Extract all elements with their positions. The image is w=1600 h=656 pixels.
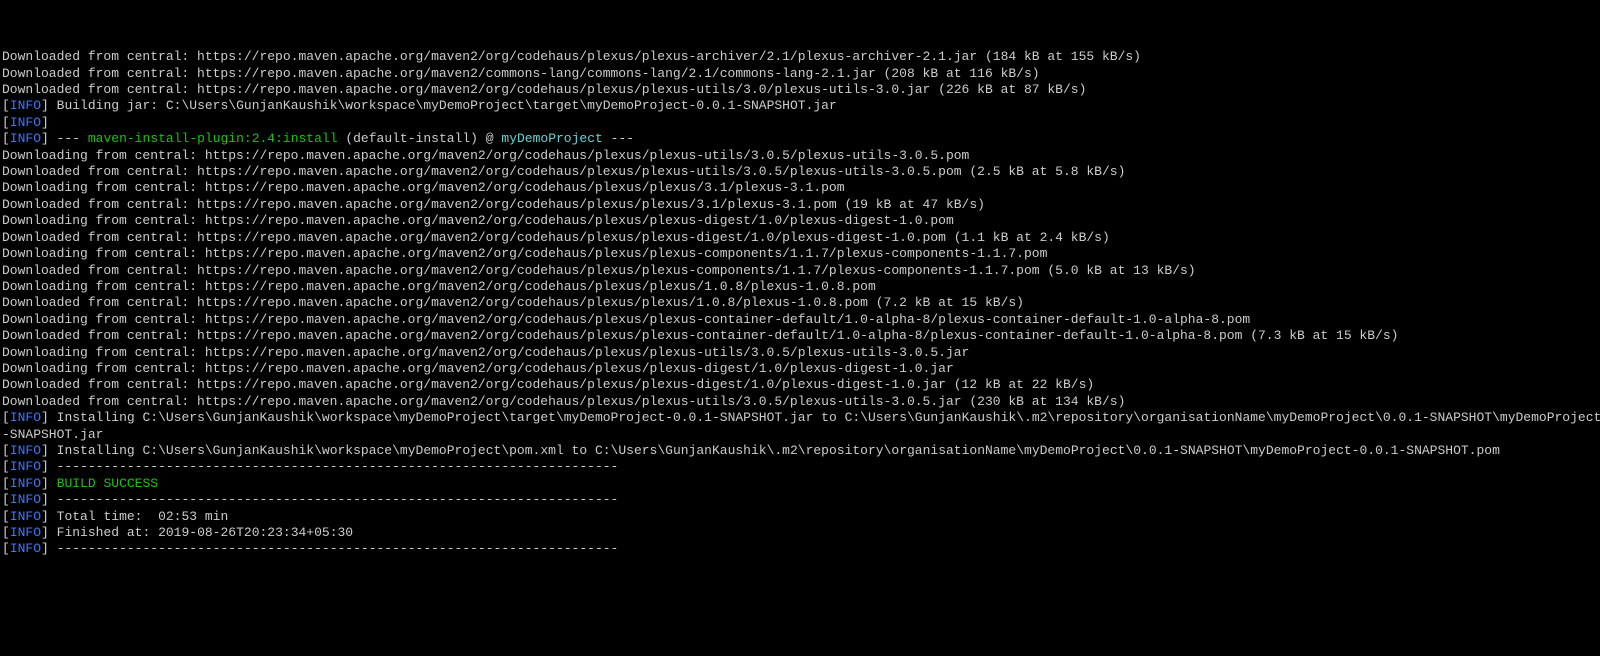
log-line: Downloaded from central: https://repo.ma… [2,230,1110,245]
log-line: Downloaded from central: https://repo.ma… [2,377,1094,392]
log-line: [INFO] ---------------------------------… [2,459,618,474]
log-line: Downloading from central: https://repo.m… [2,148,969,163]
log-line: Downloaded from central: https://repo.ma… [2,263,1196,278]
log-line: -SNAPSHOT.jar [2,427,103,442]
log-line: [INFO] [2,115,49,130]
log-line: Downloading from central: https://repo.m… [2,361,954,376]
log-line: [INFO] Installing C:\Users\GunjanKaushik… [2,443,1500,458]
log-line: Downloading from central: https://repo.m… [2,180,845,195]
log-line: [INFO] BUILD SUCCESS [2,476,158,491]
log-line: Downloaded from central: https://repo.ma… [2,49,1141,64]
log-line: [INFO] --- maven-install-plugin:2.4:inst… [2,131,634,146]
log-line: [INFO] ---------------------------------… [2,541,618,556]
log-line: [INFO] Building jar: C:\Users\GunjanKaus… [2,98,837,113]
log-line: [INFO] Installing C:\Users\GunjanKaushik… [2,410,1600,425]
log-line: [INFO] Total time: 02:53 min [2,509,228,524]
log-line: Downloading from central: https://repo.m… [2,312,1250,327]
log-line: Downloading from central: https://repo.m… [2,213,954,228]
log-line: Downloading from central: https://repo.m… [2,345,969,360]
log-line: Downloaded from central: https://repo.ma… [2,394,1125,409]
terminal-output[interactable]: Downloaded from central: https://repo.ma… [0,33,1600,558]
log-line: Downloaded from central: https://repo.ma… [2,295,1024,310]
log-line: Downloading from central: https://repo.m… [2,246,1047,261]
log-line: Downloaded from central: https://repo.ma… [2,328,1398,343]
log-line: [INFO] ---------------------------------… [2,492,618,507]
log-line: Downloaded from central: https://repo.ma… [2,164,1125,179]
log-line: Downloaded from central: https://repo.ma… [2,66,1040,81]
log-line: [INFO] Finished at: 2019-08-26T20:23:34+… [2,525,353,540]
log-line: Downloaded from central: https://repo.ma… [2,197,985,212]
log-line: Downloaded from central: https://repo.ma… [2,82,1086,97]
log-line: Downloading from central: https://repo.m… [2,279,876,294]
